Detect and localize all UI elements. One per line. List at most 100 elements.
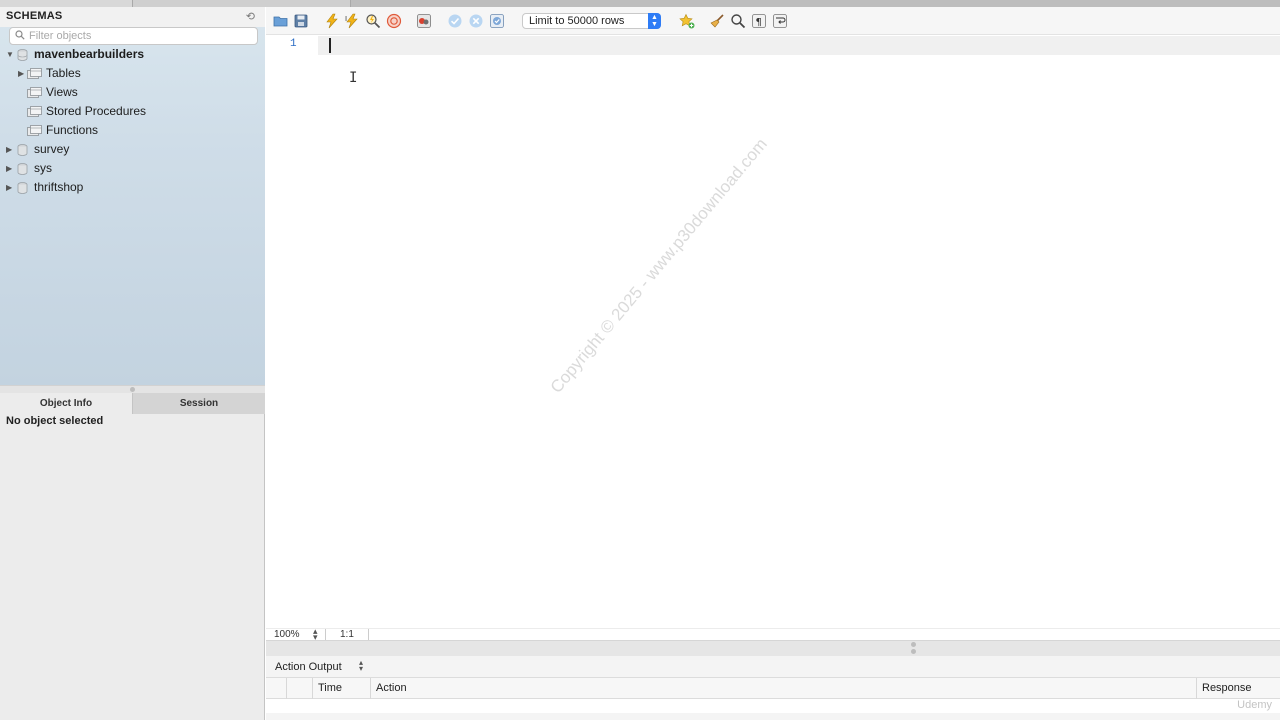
- execute-current-button[interactable]: I: [344, 13, 360, 29]
- magnifier-lightning-icon: [366, 14, 381, 29]
- row-limit-value: Limit to 50000 rows: [529, 15, 625, 27]
- check-icon: [448, 14, 462, 28]
- column-header-time[interactable]: Time: [312, 678, 370, 699]
- schema-label: thriftshop: [34, 180, 84, 194]
- tables-folder-icon: [27, 68, 42, 79]
- expand-arrow-icon[interactable]: ▶: [6, 178, 16, 197]
- text-caret: [329, 38, 331, 53]
- tree-item-label: Views: [46, 85, 78, 99]
- sidebar-splitter[interactable]: [0, 385, 265, 393]
- tree-item-tables[interactable]: ▶ Tables: [0, 64, 265, 83]
- tree-item-views[interactable]: Views: [0, 83, 265, 102]
- execute-button[interactable]: [324, 13, 340, 29]
- database-icon: [17, 163, 28, 175]
- select-arrows-icon[interactable]: ▴ ▾: [359, 659, 363, 673]
- search-icon: [15, 30, 25, 40]
- error-toggle-icon: [417, 14, 431, 28]
- schema-thriftshop[interactable]: ▶ thriftshop: [0, 178, 265, 197]
- schema-mavenbearbuilders[interactable]: ▼ mavenbearbuilders: [0, 45, 265, 64]
- invisible-chars-button[interactable]: ¶: [751, 13, 767, 29]
- pilcrow-icon: ¶: [752, 14, 766, 28]
- row-stripe: [266, 713, 1280, 720]
- views-folder-icon: [27, 87, 42, 98]
- ibeam-cursor-icon: I: [349, 70, 358, 86]
- schemas-header: SCHEMAS ⟲: [0, 7, 265, 27]
- schema-label: sys: [34, 161, 52, 175]
- output-header: Action Output ▴ ▾: [266, 656, 1280, 678]
- object-info-message: No object selected: [6, 415, 104, 427]
- expand-arrow-icon[interactable]: ▼: [6, 45, 16, 64]
- commit-button[interactable]: [447, 13, 463, 29]
- sql-editor[interactable]: 1 I Copyright © 2025 - www.p30download.c…: [266, 36, 1280, 628]
- line-number: 1: [290, 38, 297, 50]
- line-gutter: [266, 36, 318, 628]
- output-table-header: Time Action Response: [266, 678, 1280, 699]
- tree-item-label: Stored Procedures: [46, 104, 147, 118]
- tab-session[interactable]: Session: [133, 393, 265, 414]
- navigator-sidebar: SCHEMAS ⟲ ▼ mavenbearbuilders ▶: [0, 7, 265, 720]
- tree-item-stored-procedures[interactable]: Stored Procedures: [0, 102, 265, 121]
- window-tab-1[interactable]: [0, 0, 133, 7]
- editor-toolbar: I Limit to 50000 rows ▲ ▼ ¶: [266, 7, 1280, 35]
- expand-arrow-icon[interactable]: ▶: [6, 140, 16, 159]
- splitter-handle-icon: [130, 387, 135, 392]
- schema-survey[interactable]: ▶ survey: [0, 140, 265, 159]
- window-tab-strip: [0, 0, 1280, 7]
- current-line-highlight: [266, 36, 1280, 55]
- output-splitter[interactable]: [266, 640, 1280, 656]
- wrap-icon: [773, 14, 787, 28]
- open-file-button[interactable]: [273, 13, 289, 29]
- add-snippet-button[interactable]: [679, 13, 695, 29]
- udemy-watermark: Udemy: [1237, 699, 1272, 711]
- tree-item-functions[interactable]: Functions: [0, 121, 265, 140]
- splitter-handle-icon: [911, 642, 916, 647]
- zoom-stepper-icon[interactable]: ▴ ▾: [313, 627, 318, 642]
- select-arrows-icon: ▲ ▼: [648, 13, 661, 29]
- star-plus-icon: [679, 13, 695, 29]
- procedures-folder-icon: [27, 106, 42, 117]
- autocommit-icon: [490, 14, 504, 28]
- schema-sys[interactable]: ▶ sys: [0, 159, 265, 178]
- svg-text:I: I: [345, 15, 347, 23]
- cursor-position: 1:1: [340, 629, 354, 640]
- schemas-panel: SCHEMAS ⟲ ▼ mavenbearbuilders ▶: [0, 7, 265, 385]
- save-icon: [294, 14, 308, 28]
- explain-button[interactable]: [365, 13, 381, 29]
- toggle-error-button[interactable]: [416, 13, 432, 29]
- database-icon: [17, 49, 28, 61]
- magnifier-icon: [731, 14, 746, 29]
- refresh-icon[interactable]: ⟲: [246, 10, 255, 23]
- window-tab-2[interactable]: [133, 0, 351, 7]
- tree-item-label: Functions: [46, 123, 99, 137]
- autocommit-toggle-button[interactable]: [489, 13, 505, 29]
- stop-button[interactable]: [386, 13, 402, 29]
- find-button[interactable]: [730, 13, 746, 29]
- cancel-circle-icon: [469, 14, 483, 28]
- beautify-button[interactable]: [709, 13, 725, 29]
- output-type-select[interactable]: Action Output: [275, 661, 342, 673]
- folder-open-icon: [273, 16, 288, 27]
- column-header-response[interactable]: Response: [1196, 678, 1280, 699]
- database-icon: [17, 182, 28, 194]
- tab-object-info[interactable]: Object Info: [0, 393, 133, 414]
- word-wrap-button[interactable]: [772, 13, 788, 29]
- schemas-title: SCHEMAS: [6, 10, 63, 22]
- row-limit-select[interactable]: Limit to 50000 rows ▲ ▼: [522, 13, 661, 29]
- save-button[interactable]: [293, 13, 309, 29]
- expand-arrow-icon[interactable]: ▶: [6, 159, 16, 178]
- column-header-action[interactable]: Action: [370, 678, 1196, 699]
- filter-objects-input[interactable]: [29, 29, 254, 43]
- column-header-status[interactable]: [286, 678, 312, 699]
- filter-box[interactable]: [9, 27, 258, 45]
- splitter-handle-icon: [911, 649, 916, 654]
- stop-icon: [386, 13, 402, 29]
- svg-text:¶: ¶: [756, 17, 762, 28]
- lightning-cursor-icon: I: [345, 13, 358, 29]
- rollback-button[interactable]: [468, 13, 484, 29]
- schema-label: mavenbearbuilders: [34, 47, 145, 61]
- broom-icon: [710, 14, 724, 28]
- editor-status-bar: 100% ▴ ▾ 1:1: [266, 627, 1280, 642]
- watermark: Copyright © 2025 - www.p30download.com: [546, 134, 771, 397]
- zoom-level[interactable]: 100%: [274, 629, 300, 640]
- query-editor-area: I Limit to 50000 rows ▲ ▼ ¶ 1 I Copyrigh…: [266, 7, 1280, 720]
